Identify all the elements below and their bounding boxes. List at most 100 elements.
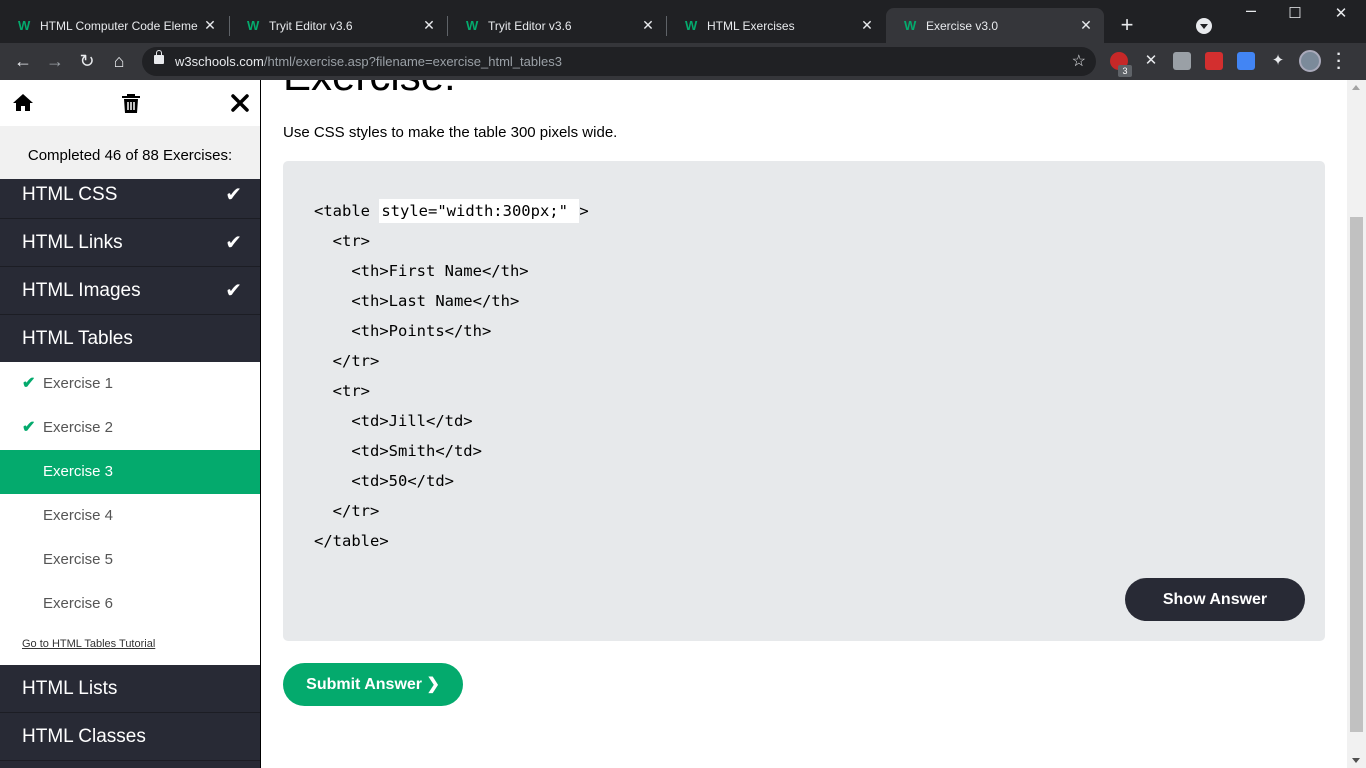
code-line: </tr> bbox=[314, 502, 380, 520]
w3schools-favicon-icon: W bbox=[18, 18, 31, 33]
code-line: <th>First Name</th> bbox=[314, 262, 529, 280]
tutorial-link[interactable]: Go to HTML Tables Tutorial bbox=[22, 638, 155, 650]
video-extension-icon[interactable] bbox=[1205, 52, 1223, 70]
tab-title: Tryit Editor v3.6 bbox=[269, 18, 353, 33]
bookmark-star-icon[interactable]: ☆ bbox=[1072, 51, 1086, 71]
code-line: <td>Jill</td> bbox=[314, 412, 473, 430]
url-text[interactable]: w3schools.com/html/exercise.asp?filename… bbox=[175, 54, 562, 69]
extension-badge: 3 bbox=[1118, 65, 1132, 77]
browser-tab-strip: W HTML Computer Code Eleme ✕ W Tryit Edi… bbox=[0, 0, 1366, 43]
exercise-item-4[interactable]: Exercise 4 bbox=[0, 494, 260, 538]
checkmark-icon: ✔ bbox=[225, 232, 242, 254]
exercise-item-5[interactable]: Exercise 5 bbox=[0, 538, 260, 582]
scroll-down-icon[interactable] bbox=[1352, 758, 1360, 763]
page-title: Exercise: bbox=[283, 80, 456, 100]
exercise-instruction: Use CSS styles to make the table 300 pix… bbox=[283, 124, 618, 141]
sidebar-item-label: HTML CSS bbox=[22, 184, 118, 205]
browser-tab-3[interactable]: W Tryit Editor v3.6 ✕ bbox=[448, 8, 666, 43]
browser-tab-2[interactable]: W Tryit Editor v3.6 ✕ bbox=[229, 8, 447, 43]
tab-title: HTML Exercises bbox=[707, 18, 795, 33]
reload-icon[interactable]: ↻ bbox=[74, 49, 100, 73]
lock-icon bbox=[154, 50, 164, 64]
checkmark-icon: ✔ bbox=[22, 419, 36, 436]
browser-tab-4[interactable]: W HTML Exercises ✕ bbox=[667, 8, 885, 43]
sidebar-item-label: HTML Images bbox=[22, 280, 141, 301]
exercise-list: ✔ Exercise 1 ✔ Exercise 2 Exercise 3 Exe… bbox=[0, 362, 260, 665]
browser-toolbar: ← → ↻ ⌂ w3schools.com/html/exercise.asp?… bbox=[0, 43, 1366, 80]
scroll-up-icon[interactable] bbox=[1352, 85, 1360, 90]
sidebar-item-html-links[interactable]: HTML Links ✔ bbox=[0, 219, 260, 267]
show-answer-button[interactable]: Show Answer bbox=[1125, 578, 1305, 621]
code-text: <table bbox=[314, 202, 380, 220]
sidebar-item-html-lists[interactable]: HTML Lists bbox=[0, 665, 260, 713]
page-scrollbar[interactable] bbox=[1347, 80, 1366, 768]
exercise-item-6[interactable]: Exercise 6 bbox=[0, 582, 260, 626]
checkmark-icon: ✔ bbox=[22, 375, 36, 392]
w3schools-favicon-icon: W bbox=[685, 18, 698, 33]
sidebar-toolbar bbox=[0, 80, 260, 126]
exercise-main: Exercise: Use CSS styles to make the tab… bbox=[262, 80, 1347, 768]
sidebar-item-label: HTML Classes bbox=[22, 726, 146, 747]
mute-extension-icon[interactable]: ✕ bbox=[1142, 52, 1160, 70]
tab-title: HTML Computer Code Eleme bbox=[40, 18, 198, 33]
maximize-window-button[interactable]: ☐ bbox=[1272, 4, 1318, 22]
back-arrow-icon[interactable]: ← bbox=[10, 49, 36, 73]
tab-search-icon[interactable] bbox=[1196, 18, 1212, 34]
profile-avatar[interactable] bbox=[1299, 50, 1321, 72]
close-tab-icon[interactable]: ✕ bbox=[640, 17, 656, 34]
sidebar-item-label: HTML Lists bbox=[22, 678, 118, 699]
answer-input[interactable] bbox=[379, 199, 580, 223]
tab-title: Exercise v3.0 bbox=[926, 18, 999, 33]
checkmark-icon: ✔ bbox=[225, 280, 242, 302]
close-window-button[interactable]: ✕ bbox=[1318, 4, 1364, 22]
close-icon[interactable] bbox=[228, 91, 252, 115]
home-icon[interactable]: ⌂ bbox=[106, 49, 132, 73]
exercise-label: Exercise 5 bbox=[43, 551, 114, 568]
browser-menu-icon[interactable]: · · · bbox=[1334, 47, 1344, 77]
minimize-window-button[interactable]: – bbox=[1228, 0, 1274, 21]
close-tab-icon[interactable]: ✕ bbox=[859, 17, 875, 34]
exercise-sidebar: Completed 46 of 88 Exercises: HTML CSS ✔… bbox=[0, 80, 261, 768]
browser-tab-5-active[interactable]: W Exercise v3.0 ✕ bbox=[886, 8, 1104, 43]
checkmark-icon: ✔ bbox=[225, 184, 242, 206]
exercise-item-3-active[interactable]: Exercise 3 bbox=[0, 450, 260, 494]
code-line: </table> bbox=[314, 532, 389, 550]
sidebar-item-html-classes[interactable]: HTML Classes bbox=[0, 713, 260, 761]
exercise-item-2[interactable]: ✔ Exercise 2 bbox=[0, 406, 260, 450]
close-tab-icon[interactable]: ✕ bbox=[421, 17, 437, 34]
code-line: <tr> bbox=[314, 382, 370, 400]
sidebar-item-html-images[interactable]: HTML Images ✔ bbox=[0, 267, 260, 315]
submit-answer-button[interactable]: Submit Answer ❯ bbox=[283, 663, 463, 706]
sidebar-item-html-css[interactable]: HTML CSS ✔ bbox=[0, 171, 260, 219]
extension-icon[interactable] bbox=[1173, 52, 1191, 70]
trash-icon[interactable] bbox=[119, 91, 143, 115]
code-line: <th>Last Name</th> bbox=[314, 292, 520, 310]
new-tab-button[interactable]: + bbox=[1116, 12, 1138, 38]
close-tab-icon[interactable]: ✕ bbox=[202, 17, 218, 34]
code-line: <tr> bbox=[314, 232, 370, 250]
exercise-item-1[interactable]: ✔ Exercise 1 bbox=[0, 362, 260, 406]
sidebar-item-html-tables[interactable]: HTML Tables bbox=[0, 315, 260, 363]
exercise-label: Exercise 1 bbox=[43, 375, 114, 392]
code-line: <td>50</td> bbox=[314, 472, 454, 490]
sidebar-item-label: HTML Links bbox=[22, 232, 123, 253]
exercise-label: Exercise 3 bbox=[43, 463, 114, 480]
w3schools-favicon-icon: W bbox=[466, 18, 479, 33]
code-line: <th>Points</th> bbox=[314, 322, 492, 340]
translate-extension-icon[interactable] bbox=[1237, 52, 1255, 70]
w3schools-favicon-icon: W bbox=[904, 18, 917, 33]
extensions-puzzle-icon[interactable]: ✦ bbox=[1269, 52, 1287, 70]
scrollbar-thumb[interactable] bbox=[1350, 217, 1363, 732]
address-bar[interactable]: w3schools.com/html/exercise.asp?filename… bbox=[142, 47, 1096, 76]
code-exercise-box: <table > <tr> <th>First Name</th> <th>La… bbox=[283, 161, 1325, 641]
home-icon[interactable] bbox=[11, 91, 35, 115]
sidebar-item-label: HTML Tables bbox=[22, 328, 133, 349]
close-tab-icon[interactable]: ✕ bbox=[1078, 17, 1094, 34]
browser-tab-1[interactable]: W HTML Computer Code Eleme ✕ bbox=[0, 8, 228, 43]
code-line: <table > bbox=[314, 196, 589, 226]
code-text: > bbox=[579, 202, 589, 220]
forward-arrow-icon[interactable]: → bbox=[42, 49, 68, 73]
exercise-label: Exercise 2 bbox=[43, 419, 114, 436]
code-block: <table > <tr> <th>First Name</th> <th>La… bbox=[314, 196, 589, 556]
exercise-label: Exercise 4 bbox=[43, 507, 114, 524]
